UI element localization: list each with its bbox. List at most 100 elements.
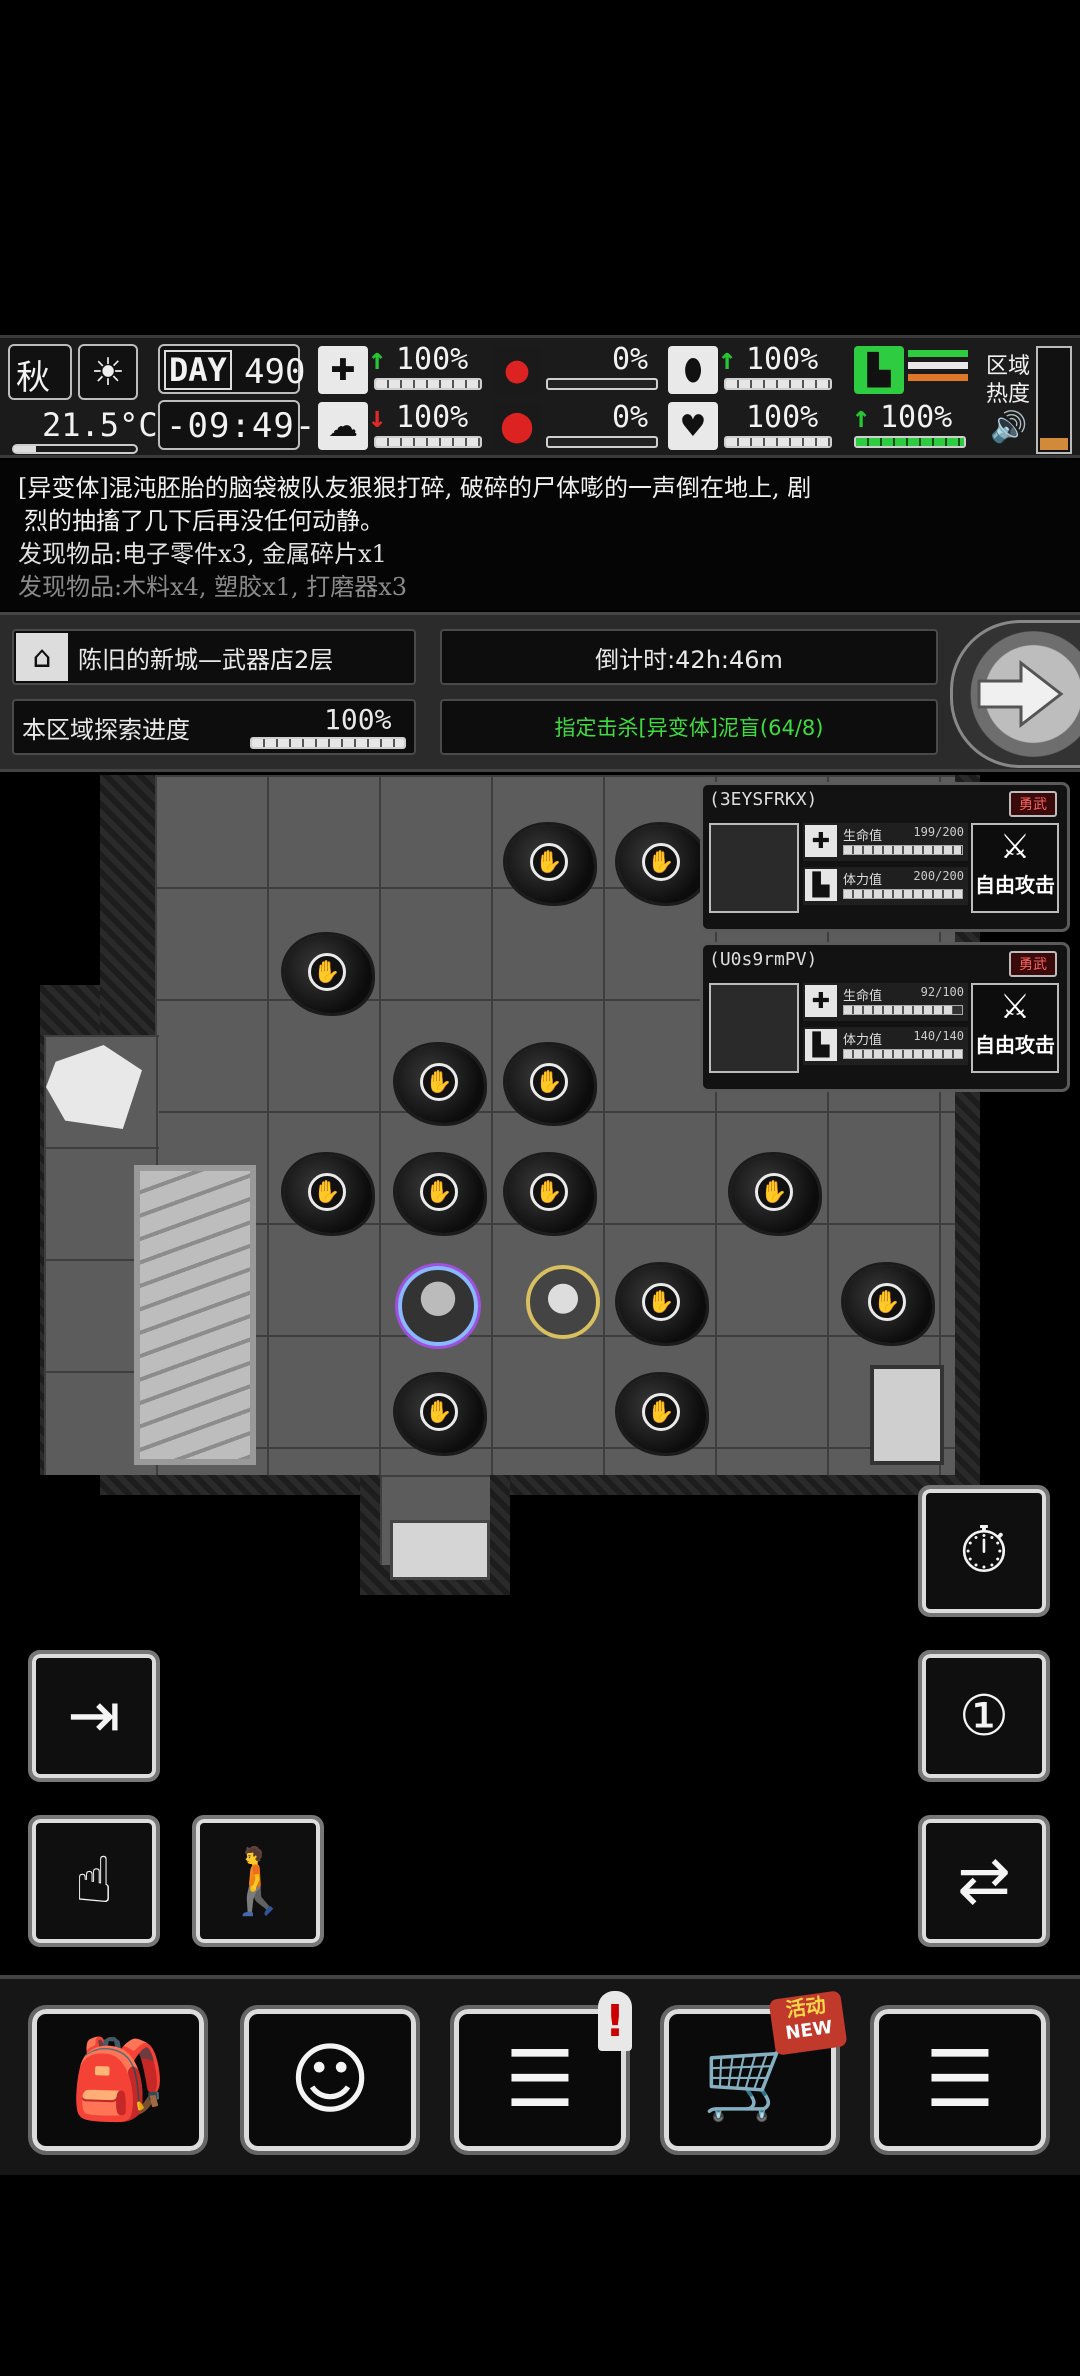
heart-icon: ♥ [668,402,718,450]
alert-icon: ! [598,1991,632,2051]
notes-button[interactable]: ☰ ! [450,1991,632,2155]
walk-button[interactable]: 🚶 [192,1815,324,1947]
display-case[interactable] [134,1165,256,1465]
wait-timer-button[interactable]: ⏱ [918,1485,1050,1617]
log-line-4: 发现物品:木料x4, 塑胶x1, 打磨器x3 [18,573,408,601]
season-label: 秋 [16,358,50,398]
free-attack-label: 自由攻击 [975,873,1055,897]
exit-door-icon: ⇥ [67,1679,121,1753]
attack-icon: ⚔ [999,987,1031,1027]
boot-icon: ▙ [805,869,837,901]
shop-button[interactable]: 🛒 活动 NEW [660,1990,848,2155]
pill-icon: ⬮ [668,346,718,394]
sanity-bar [374,436,482,448]
shop-building-icon: ⌂ [16,633,68,681]
teammate-card-2[interactable]: (U0s9rmPV) 勇武 ✚ 生命值 92/100 ▙ 体力值 140/140… [700,942,1070,1092]
boot-icon: ▙ [805,1029,837,1061]
log-line-1: [异变体]混沌胚胎的脑袋被队友狠狠打碎, 破碎的尸体嘭的一声倒在地上, 剧 [18,474,812,502]
tap-move-button[interactable]: ☝ [28,1815,160,1947]
teammate-name: (U0s9rmPV) [709,949,818,970]
exit-button[interactable]: ⇥ [28,1650,160,1782]
stopwatch-icon: ⏱ [959,1514,1009,1588]
stamina-value: 200/200 [913,869,964,883]
hp-value: 199/200 [913,825,964,839]
backpack-icon: 🎒 [69,2034,167,2125]
objective-field: 指定击杀[异变体]泥盲(64/8) [440,699,938,755]
location-name-field: ⌂ 陈旧的新城—武器店2层 [12,629,416,685]
teammate-name: (3EYSFRKX) [709,789,818,810]
explore-bar [250,737,406,749]
free-attack-button[interactable]: ⚔ 自由攻击 [971,983,1059,1073]
corpse[interactable]: ✋ [390,1035,490,1131]
corpse[interactable]: ✋ [612,1365,712,1461]
rank-button[interactable]: ① [918,1650,1050,1782]
stamina-value: 100% [880,400,953,435]
location-name: 陈旧的新城—武器店2层 [78,645,334,674]
corpse[interactable]: ✋ [278,925,378,1021]
corpse[interactable]: ✋ [500,1035,600,1131]
menu-button[interactable]: ☰ [870,2005,1050,2155]
attack-icon: ⚔ [999,827,1031,867]
hp-label: 生命值 [843,829,883,844]
stairs-exit[interactable] [390,1520,490,1580]
walking-person-icon: 🚶 [218,1844,298,1919]
water-drop-icon: ⬤ [492,402,542,450]
door[interactable] [870,1365,944,1465]
event-badge: 活动 NEW [768,1990,848,2056]
hp-stat: ✚ 生命值 92/100 [803,983,968,1021]
stamina-value: 140/140 [913,1029,964,1043]
player-character-2[interactable] [518,1253,608,1363]
water-bar [546,436,658,448]
stomach-value: 0% [612,342,649,377]
stamina-stat: ▙ 体力值 140/140 [803,1027,968,1065]
countdown: 倒计时:42h:46m [595,645,783,674]
corpse[interactable]: ✋ [612,1255,712,1351]
log-line-2: 烈的抽搐了几下后再没任何动静。 [24,507,384,535]
area-heat-label-2: 热度 [986,382,1031,407]
player-character-1[interactable] [392,1260,484,1360]
pill-value: 100% [746,342,819,377]
event-log: [异变体]混沌胚胎的脑袋被队友狠狠打碎, 破碎的尸体嘭的一声倒在地上, 剧 烈的… [0,460,1080,610]
corpse[interactable]: ✋ [838,1255,938,1351]
sun-icon: ☀ [78,344,138,400]
corpse[interactable]: ✋ [278,1145,378,1241]
corpse[interactable]: ✋ [390,1365,490,1461]
day-number: 490 [244,352,306,392]
pill-bar [724,378,832,390]
teammate-badge: 勇武 [1009,951,1057,977]
objective: 指定击杀[异变体]泥盲(64/8) [554,716,824,740]
mood-stripes [908,350,968,390]
switch-stance-button[interactable]: ⇄ [918,1815,1050,1947]
countdown-field: 倒计时:42h:46m [440,629,938,685]
temperature: 21.5°C [42,406,158,444]
podium-icon: ① [958,1683,1010,1749]
corpse[interactable]: ✋ [500,815,600,911]
speaker-icon[interactable]: 🔊 [990,410,1027,445]
stamina-label: 体力值 [843,1033,883,1048]
stamina-label: 体力值 [843,873,883,888]
free-attack-button[interactable]: ⚔ 自由攻击 [971,823,1059,913]
corpse[interactable]: ✋ [390,1145,490,1241]
free-attack-label: 自由攻击 [975,1033,1055,1057]
hp-value: 92/100 [920,985,964,999]
stamina-bar [854,436,966,448]
backpack-button[interactable]: 🎒 [28,2005,208,2155]
season-box: 秋 [8,344,72,400]
day-label: DAY [164,350,232,390]
corpse[interactable]: ✋ [500,1145,600,1241]
next-area-button[interactable] [950,620,1080,768]
tap-hand-icon: ☝ [74,1844,114,1918]
boot-icon: ▙ [854,346,904,394]
combat-stance-icon: ⇄ [957,1844,1011,1918]
heart-bar [724,436,832,448]
hp-label: 生命值 [843,989,883,1004]
sanity-value: 100% [396,400,469,435]
arrow-right-icon [977,659,1064,729]
skills-button[interactable]: ☺ [240,2005,420,2155]
corpse[interactable]: ✋ [612,815,712,911]
teammate-card-1[interactable]: (3EYSFRKX) 勇武 ✚ 生命值 199/200 ▙ 体力值 200/20… [700,782,1070,932]
menu-icon: ☰ [925,2035,995,2125]
status-hud: 秋 ☀ 21.5°C DAY 490 -09:49- ✚ ↑ 100% ● 0%… [0,335,1080,458]
clock-box: -09:49- [158,400,315,450]
corpse[interactable]: ✋ [725,1145,825,1241]
